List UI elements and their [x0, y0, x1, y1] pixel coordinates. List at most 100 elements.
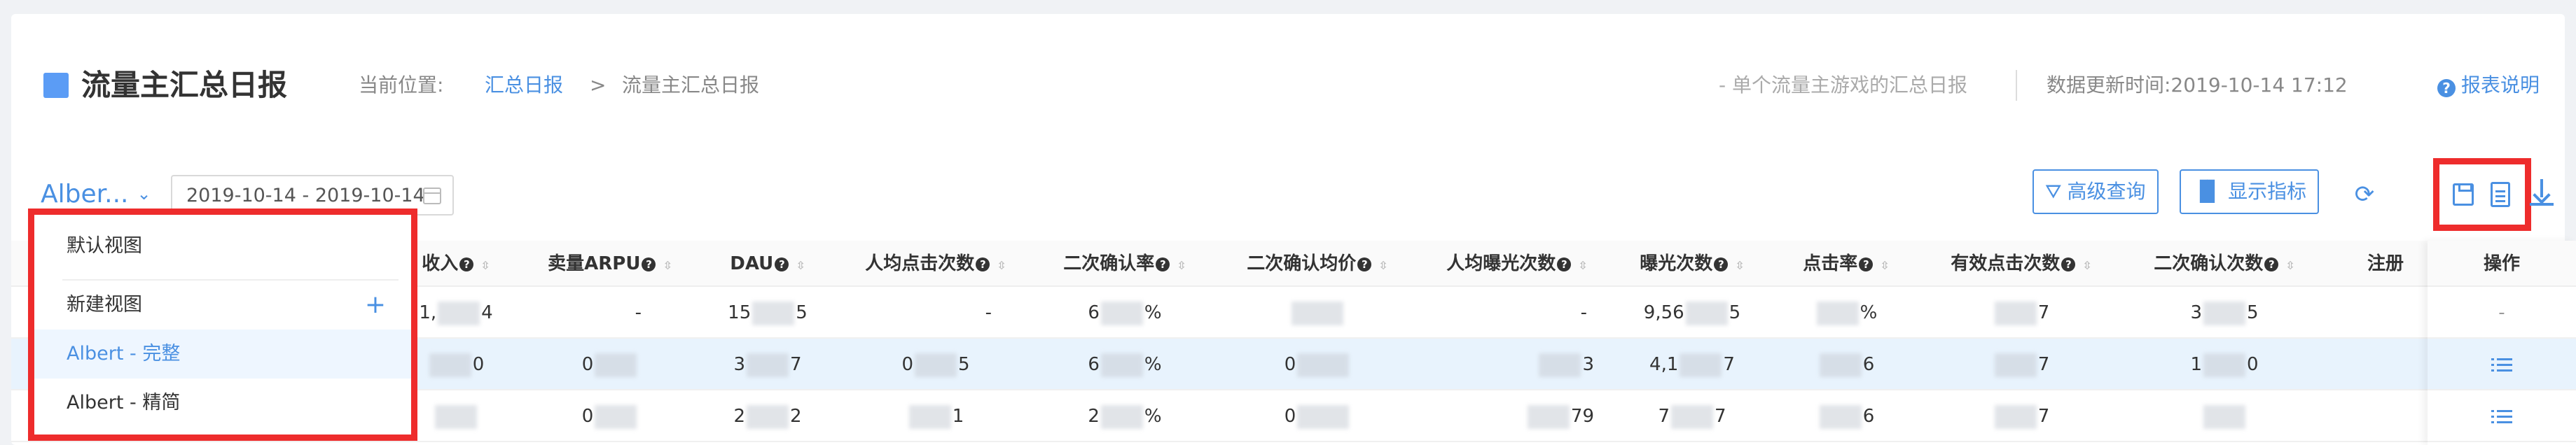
cell-valid-clicks: 7 — [1930, 339, 2112, 390]
column-header[interactable]: DAU? ⇳ — [705, 241, 831, 287]
cell-confirm-count — [2133, 390, 2315, 442]
view-selector-label: Alber... — [41, 180, 129, 209]
sort-icon: ⇳ — [1578, 259, 1588, 272]
advanced-query-button[interactable]: ⛛ 高级查询 — [2033, 169, 2159, 214]
filter-icon: ⛛ — [2045, 180, 2062, 203]
column-header[interactable]: 收入? ⇳ — [403, 241, 508, 287]
cell-exposures-per-user: 3 — [1426, 339, 1608, 390]
breadcrumb-link-summary[interactable]: 汇总日报 — [485, 71, 563, 99]
cell-arpu: 0 — [529, 339, 691, 390]
column-header[interactable]: 二次确认次数? ⇳ — [2133, 241, 2315, 287]
operation-cell-empty: - — [2428, 287, 2576, 339]
cell-exposures: 77 — [1622, 390, 1762, 442]
calendar-icon — [423, 188, 441, 204]
report-help-label: 报表说明 — [2461, 73, 2540, 97]
cell-confirm-price: 0 — [1223, 339, 1412, 390]
view-option-default[interactable]: 默认视图 — [34, 222, 411, 271]
show-metrics-button[interactable]: ▐▌ 显示指标 — [2180, 169, 2320, 214]
operation-column: 操作 - — [2428, 241, 2576, 445]
cell-clicks-per-user: 1 — [845, 390, 1027, 442]
cell-exposures-per-user: 79 — [1426, 390, 1608, 442]
cell-valid-clicks: 7 — [1930, 390, 2112, 442]
question-icon: ? — [775, 257, 789, 271]
cell-ctr: 6 — [1783, 339, 1909, 390]
view-option-new[interactable]: 新建视图 + — [34, 281, 411, 330]
cell-ctr: 6 — [1783, 390, 1909, 442]
column-header[interactable]: 点击率? ⇳ — [1783, 241, 1909, 287]
breadcrumb-current: 流量主汇总日报 — [622, 73, 760, 97]
download-icon[interactable] — [2528, 178, 2556, 209]
sort-icon: ⇳ — [796, 259, 805, 272]
column-header[interactable]: 注册 — [2350, 241, 2421, 287]
question-icon: ? — [1859, 257, 1874, 271]
sort-icon: ⇳ — [663, 259, 672, 272]
sort-icon: ⇳ — [1735, 259, 1745, 272]
column-header[interactable]: 人均点击次数? ⇳ — [845, 241, 1027, 287]
report-help-link[interactable]: ? 报表说明 — [2437, 71, 2540, 99]
operation-cell[interactable] — [2428, 339, 2576, 390]
cell-clicks-per-user: 05 — [845, 339, 1027, 390]
cell-confirm-count: 35 — [2133, 287, 2315, 339]
cell-dau: 15 5 — [705, 287, 831, 339]
cell-confirm-count: 10 — [2133, 339, 2315, 390]
cell-confirm-rate: 6% — [1041, 287, 1209, 339]
question-icon: ? — [1714, 257, 1729, 271]
save-icon[interactable] — [2453, 183, 2474, 206]
cell-confirm-price — [1223, 287, 1412, 339]
page-description: - 单个流量主游戏的汇总日报 — [1719, 73, 1968, 97]
cell-dau: 22 — [705, 390, 831, 442]
question-icon: ? — [976, 257, 990, 271]
operation-cell[interactable] — [2428, 390, 2576, 442]
cell-ctr: % — [1783, 287, 1909, 339]
highlight-box-save-actions — [2433, 158, 2531, 231]
column-header[interactable]: 二次确认均价? ⇳ — [1223, 241, 1412, 287]
cell-income — [403, 390, 508, 442]
cell-dau: 37 — [705, 339, 831, 390]
operation-header: 操作 — [2428, 241, 2576, 287]
breadcrumb-separator: > — [590, 73, 607, 97]
cell-clicks-per-user: - — [985, 302, 992, 323]
column-header[interactable]: 有效点击次数? ⇳ — [1930, 241, 2112, 287]
question-icon: ? — [1357, 257, 1372, 271]
bar-chart-icon: ▐▌ — [2192, 180, 2223, 203]
chevron-down-icon: ⌄ — [137, 184, 151, 204]
refresh-icon[interactable]: ⟳ — [2350, 181, 2378, 209]
cell-valid-clicks: 7 — [1930, 287, 2112, 339]
cell-arpu: 0 — [529, 390, 691, 442]
sort-icon: ⇳ — [1378, 259, 1388, 272]
view-option-albert-full[interactable]: Albert - 完整 — [34, 330, 411, 379]
question-icon: ? — [1557, 257, 1572, 271]
view-option-albert-lite[interactable]: Albert - 精简 — [34, 379, 411, 428]
sort-icon: ⇳ — [2285, 259, 2295, 272]
list-icon[interactable] — [2491, 357, 2512, 374]
question-icon: ? — [1156, 257, 1170, 271]
column-header[interactable]: 人均曝光次数? ⇳ — [1426, 241, 1608, 287]
question-icon: ? — [2061, 257, 2076, 271]
cell-arpu: - — [635, 302, 642, 323]
advanced-query-label: 高级查询 — [2067, 180, 2146, 203]
question-icon: ? — [642, 257, 656, 271]
sort-icon: ⇳ — [1177, 259, 1186, 272]
view-selector[interactable]: Alber... ⌄ — [41, 178, 151, 211]
title-marker-icon — [43, 73, 69, 98]
header-divider — [2016, 70, 2017, 101]
update-time: 数据更新时间:2019-10-14 17:12 — [2047, 73, 2348, 97]
list-icon[interactable] — [2491, 409, 2512, 425]
cell-confirm-rate: 2% — [1041, 390, 1209, 442]
cell-exposures: 4,1 7 — [1622, 339, 1762, 390]
page-header: 流量主汇总日报 当前位置: 汇总日报 > 流量主汇总日报 - 单个流量主游戏的汇… — [11, 14, 2565, 168]
plus-icon[interactable]: + — [365, 281, 386, 330]
document-icon[interactable] — [2491, 182, 2510, 207]
sort-icon: ⇳ — [997, 259, 1006, 272]
date-range-value: 2019-10-14 - 2019-10-14 — [186, 185, 425, 206]
sort-icon: ⇳ — [1880, 259, 1890, 272]
show-metrics-label: 显示指标 — [2228, 180, 2307, 203]
cell-confirm-price: 0 — [1223, 390, 1412, 442]
view-dropdown-menu: 默认视图 新建视图 + Albert - 完整 Albert - 精简 — [28, 209, 417, 441]
column-header[interactable]: 卖量ARPU? ⇳ — [529, 241, 691, 287]
cell-income: 1, 4 — [403, 287, 508, 339]
column-header[interactable]: 曝光次数? ⇳ — [1622, 241, 1762, 287]
question-icon: ? — [2264, 257, 2279, 271]
column-header[interactable]: 二次确认率? ⇳ — [1041, 241, 1209, 287]
breadcrumb-label: 当前位置: — [359, 73, 444, 97]
